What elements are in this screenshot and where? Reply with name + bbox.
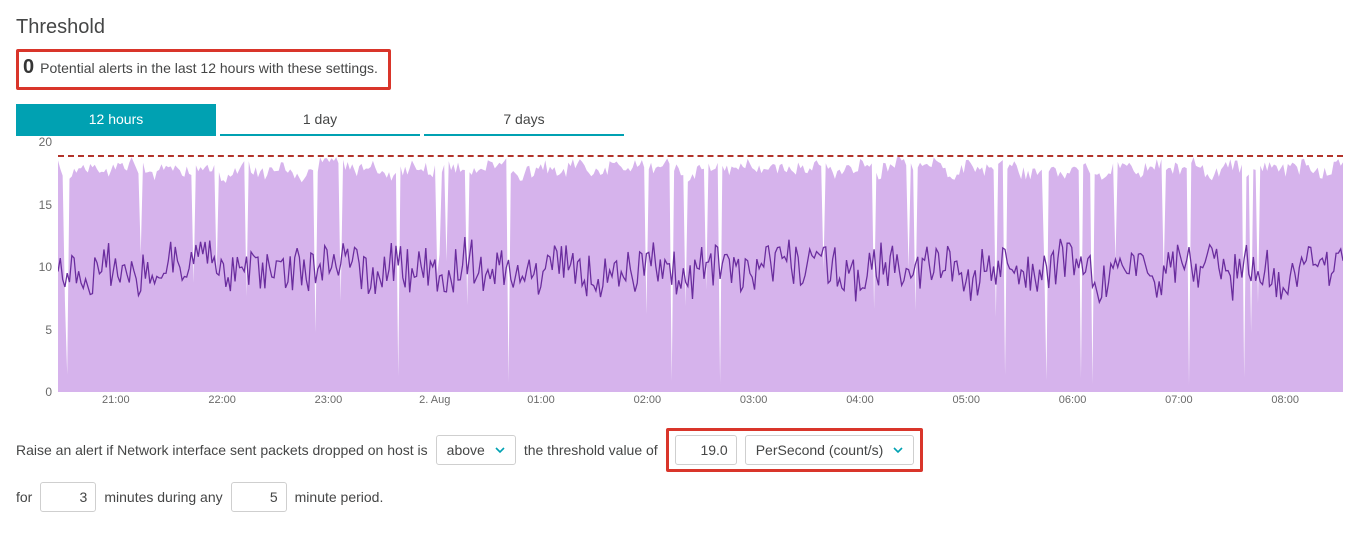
x-tick: 01:00 <box>527 394 555 406</box>
window-label: minute period. <box>295 489 384 505</box>
y-tick: 20 <box>39 135 52 149</box>
alert-count: 0 <box>23 56 34 79</box>
for-label: for <box>16 489 32 505</box>
chevron-down-icon <box>495 445 505 455</box>
y-tick: 0 <box>45 385 52 399</box>
x-tick: 23:00 <box>315 394 343 406</box>
alert-rule-row: Raise an alert if Network interface sent… <box>16 428 1343 472</box>
minutes-input[interactable] <box>40 482 96 512</box>
potential-alerts-summary: 0 Potential alerts in the last 12 hours … <box>16 49 391 90</box>
x-tick: 08:00 <box>1271 394 1299 406</box>
x-tick: 02:00 <box>634 394 662 406</box>
x-tick: 22:00 <box>208 394 236 406</box>
threshold-value-group: PerSecond (count/s) <box>666 428 924 472</box>
y-tick: 15 <box>39 198 52 212</box>
x-tick: 2. Aug <box>419 394 450 406</box>
x-tick: 06:00 <box>1059 394 1087 406</box>
rule-prefix: Raise an alert if Network interface sent… <box>16 442 428 458</box>
timerange-tabs: 12 hours 1 day 7 days <box>16 104 1343 136</box>
threshold-chart: 05101520 <box>16 142 1343 392</box>
alert-rule-row-2: for minutes during any minute period. <box>16 482 1343 512</box>
x-tick: 21:00 <box>102 394 130 406</box>
threshold-value-input[interactable] <box>675 435 737 465</box>
tab-1-day[interactable]: 1 day <box>220 104 420 136</box>
x-tick: 04:00 <box>846 394 874 406</box>
window-input[interactable] <box>231 482 287 512</box>
chevron-down-icon <box>893 445 903 455</box>
operator-select[interactable]: above <box>436 435 516 465</box>
tab-7-days[interactable]: 7 days <box>424 104 624 136</box>
section-title: Threshold <box>16 16 1343 39</box>
threshold-line <box>58 155 1343 157</box>
plot-area <box>58 142 1343 392</box>
alert-text: Potential alerts in the last 12 hours wi… <box>40 60 378 76</box>
y-tick: 5 <box>45 323 52 337</box>
x-tick: 03:00 <box>740 394 768 406</box>
x-axis: 21:00 22:00 23:00 2. Aug 01:00 02:00 03:00 04:0… <box>58 392 1343 412</box>
tab-12-hours[interactable]: 12 hours <box>16 104 216 136</box>
x-tick: 05:00 <box>952 394 980 406</box>
operator-value: above <box>447 442 485 458</box>
y-tick: 10 <box>39 260 52 274</box>
unit-select[interactable]: PerSecond (count/s) <box>745 435 915 465</box>
y-axis: 05101520 <box>16 142 58 392</box>
unit-value: PerSecond (count/s) <box>756 442 884 458</box>
x-tick: 07:00 <box>1165 394 1193 406</box>
rule-mid: the threshold value of <box>524 442 658 458</box>
minutes-label: minutes during any <box>104 489 222 505</box>
